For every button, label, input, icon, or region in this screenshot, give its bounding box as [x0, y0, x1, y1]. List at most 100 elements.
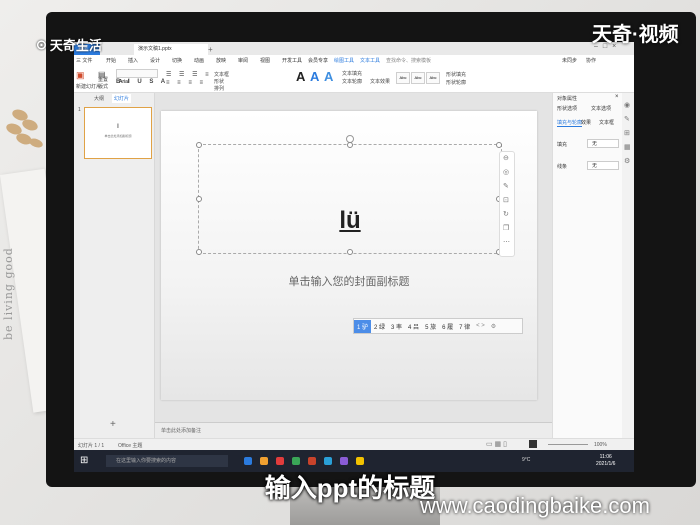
notes-area[interactable]: 单击此处添加备注 — [155, 422, 552, 439]
menu-view[interactable]: 视图 — [260, 57, 270, 64]
tab-document[interactable]: 演示文稿1.pptx — [134, 44, 208, 55]
title-textbox[interactable]: lü — [196, 142, 502, 255]
tab-text-options[interactable]: 文本选项 — [591, 105, 611, 112]
floating-toolbar: ⊖ ◎ ✎ ⊡ ↻ ❐ ⋯ — [499, 151, 515, 257]
weather[interactable]: 9°C — [522, 457, 530, 463]
side-tool-icons[interactable]: ◉ ✎ ⊞ ▦ ⚙ — [624, 99, 631, 169]
ime-candidate[interactable]: 2 绿 — [371, 322, 388, 331]
tab-shape-options[interactable]: 形状选项 — [557, 105, 577, 112]
arrange-button[interactable]: 排列 — [214, 85, 224, 92]
brand-left-text: 天奇生活 — [49, 38, 102, 53]
taskbar-app-icon[interactable] — [340, 457, 348, 465]
slide[interactable]: lü ⊖ ◎ ✎ ⊡ ↻ ❐ ⋯ 单击输入您的封面副标题 — [161, 111, 537, 400]
settings-icon[interactable]: ⚙ — [488, 323, 499, 330]
menu-member[interactable]: 会员专享 — [308, 57, 328, 64]
ime-candidate[interactable]: 3 率 — [388, 322, 405, 331]
subtab-effects[interactable]: 效果 — [581, 119, 591, 126]
resize-handle[interactable] — [196, 249, 202, 255]
text-fill-button[interactable]: 文本填充 — [342, 70, 362, 77]
sync-status[interactable]: 未同步 — [562, 57, 577, 64]
taskbar-app-icon[interactable] — [292, 457, 300, 465]
taskbar-app-icon[interactable] — [356, 457, 364, 465]
menu-text-tools[interactable]: 文本工具 — [360, 57, 380, 64]
slide-thumbnail[interactable]: I 单击此处添加副标题 — [84, 107, 152, 159]
resize-handle[interactable] — [196, 196, 202, 202]
subtab-fill-line[interactable]: 填充与轮廓 — [557, 119, 583, 127]
taskbar-app-icon[interactable] — [260, 457, 268, 465]
ime-candidate[interactable]: 7 律 — [456, 322, 473, 331]
new-slide-icon[interactable]: ▣ — [76, 70, 85, 81]
windows-start-icon[interactable]: ⊞ — [80, 455, 88, 466]
menu-insert[interactable]: 插入 — [128, 57, 138, 64]
resize-handle[interactable] — [196, 142, 202, 148]
shape-button[interactable]: 形状 — [214, 78, 224, 85]
shape-style-1[interactable]: Abc — [396, 72, 410, 84]
ime-page-arrows[interactable]: < > — [473, 323, 488, 329]
menu-file[interactable]: 三 文件 — [76, 57, 92, 64]
resize-handle[interactable] — [347, 249, 353, 255]
ime-candidate[interactable]: 1 驴 — [354, 319, 372, 333]
menu-review[interactable]: 审阅 — [238, 57, 248, 64]
rotate-icon[interactable]: ↻ — [503, 210, 509, 218]
slide-info: 幻灯片 1 / 1 — [78, 443, 105, 449]
pen-icon[interactable]: ✎ — [503, 182, 509, 190]
new-tab-button[interactable]: + — [204, 44, 217, 55]
view-mode-icons[interactable]: ▭ ▦ ▯ — [486, 440, 507, 448]
taskbar-app-icon[interactable] — [276, 457, 284, 465]
text-effects-button[interactable]: 文本效果 — [370, 78, 390, 85]
panel-title: 对象属性 — [557, 96, 578, 102]
play-button[interactable] — [529, 440, 537, 448]
line-select[interactable]: 无 — [587, 161, 619, 170]
resize-handle[interactable] — [347, 142, 353, 148]
line-label: 线条 — [557, 164, 568, 170]
font-select[interactable]: Arial — [116, 69, 158, 85]
menu-slideshow[interactable]: 放映 — [216, 57, 226, 64]
tab-outline[interactable]: 大纲 — [94, 95, 104, 102]
ime-candidate[interactable]: 4 吕 — [405, 322, 422, 331]
minus-icon[interactable]: ⊖ — [503, 154, 509, 162]
format-buttons[interactable]: B I U S A — [116, 79, 168, 85]
shape-fill-button[interactable]: 形状填充 — [446, 71, 466, 78]
zoom-slider[interactable] — [548, 444, 588, 445]
taskbar-app-icon[interactable] — [308, 457, 316, 465]
subtitle-placeholder[interactable]: 单击输入您的封面副标题 — [161, 273, 537, 289]
collab-button[interactable]: 协作 — [586, 57, 596, 64]
more-icon[interactable]: ⋯ — [503, 238, 510, 246]
taskbar-app-icon[interactable] — [324, 457, 332, 465]
taskbar-app-icon[interactable] — [244, 457, 252, 465]
add-slide-button[interactable]: + — [110, 419, 116, 430]
layout-button[interactable]: 版式 — [98, 83, 108, 90]
text-outline-button[interactable]: 文本轮廓 — [342, 78, 362, 85]
wordart-style-2[interactable]: A — [310, 69, 319, 84]
text-box-button[interactable]: 文本框 — [214, 71, 229, 78]
clock[interactable]: 11:06 2021/1/6 — [596, 454, 615, 468]
wordart-style-1[interactable]: A — [296, 69, 305, 84]
menu-design[interactable]: 设计 — [150, 57, 160, 64]
shape-outline-button[interactable]: 形状轮廓 — [446, 79, 466, 86]
fill-select[interactable]: 无 — [587, 139, 619, 148]
menu-transitions[interactable]: 切换 — [172, 57, 182, 64]
ribbon: ▣ 新建幻灯片 ▤ 版式 重置 Arial B I U S A ☰ ☰ ☰ ≡ … — [74, 66, 634, 93]
paragraph-buttons[interactable]: ☰ ☰ ☰ ≡ — [166, 71, 212, 78]
ime-candidate[interactable]: 6 履 — [439, 322, 456, 331]
menu-animation[interactable]: 动画 — [194, 57, 204, 64]
taskbar-search[interactable]: 在这里输入你要搜索的内容 — [106, 455, 228, 467]
wordart-style-3[interactable]: A — [324, 69, 333, 84]
alignment-buttons[interactable]: ≡ ≡ ≡ ≡ — [166, 80, 206, 86]
ime-candidate[interactable]: 5 旅 — [422, 322, 439, 331]
menu-bar: 三 文件 开始 插入 设计 切换 动画 放映 审阅 视图 开发工具 会员专享 绘… — [74, 55, 634, 66]
menu-home[interactable]: 开始 — [106, 57, 116, 64]
menu-developer[interactable]: 开发工具 — [282, 57, 302, 64]
subtab-textbox[interactable]: 文本框 — [599, 119, 614, 126]
copy-icon[interactable]: ❐ — [503, 224, 509, 232]
resize-handle[interactable] — [496, 142, 502, 148]
layers-icon[interactable]: ◎ — [503, 168, 509, 176]
shape-style-3[interactable]: Abc — [426, 72, 440, 84]
tab-slides[interactable]: 幻灯片 — [112, 94, 132, 103]
close-icon[interactable]: × — [615, 94, 619, 100]
crop-icon[interactable]: ⊡ — [503, 196, 509, 204]
command-search[interactable]: 查找命令、搜索模板 — [386, 57, 431, 64]
menu-drawing-tools[interactable]: 绘图工具 — [334, 57, 354, 64]
shape-style-2[interactable]: Abc — [411, 72, 425, 84]
reset-button[interactable]: 重置 — [98, 76, 108, 83]
